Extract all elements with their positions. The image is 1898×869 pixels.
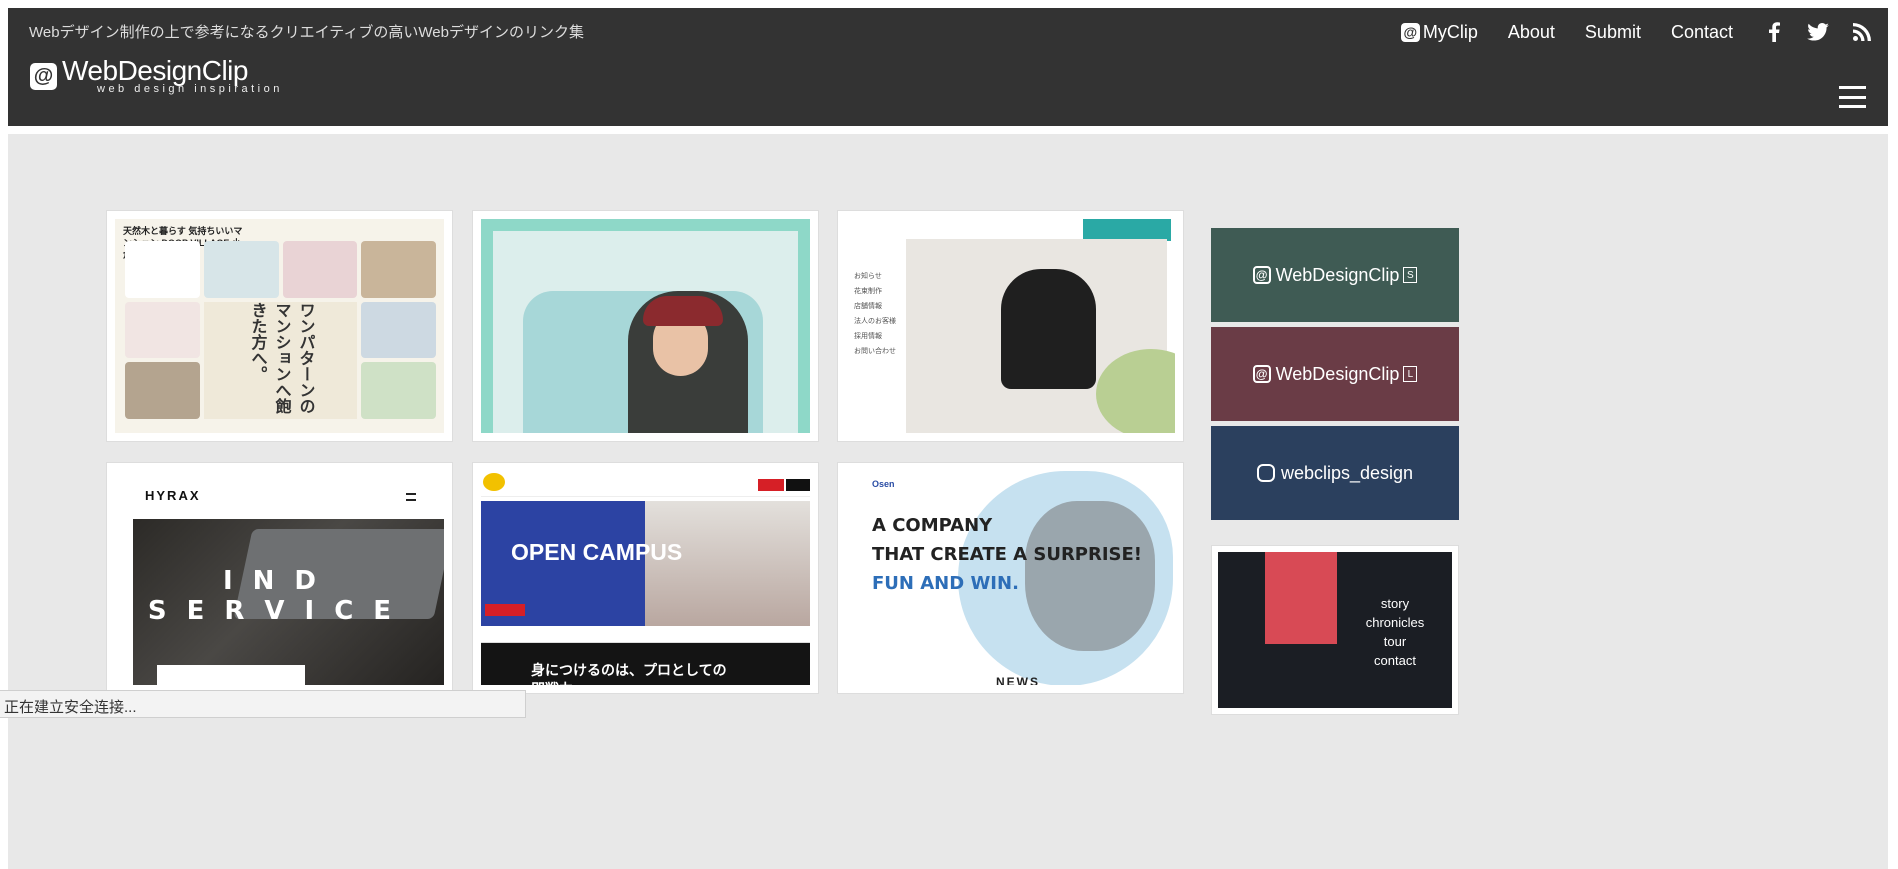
thumbnail-headline: ワンパターンのマンションへ飽きた方へ。 bbox=[203, 301, 358, 419]
nav-about[interactable]: About bbox=[1508, 22, 1555, 43]
site-card[interactable] bbox=[472, 210, 819, 442]
ad-links: story chronicles tour contact bbox=[1365, 596, 1425, 668]
top-nav: @ MyClip About Submit Contact bbox=[1400, 20, 1888, 44]
facebook-icon[interactable] bbox=[1763, 20, 1785, 44]
myclip-icon: @ bbox=[1400, 22, 1420, 42]
site-card[interactable]: お知らせ 花束制作 店舗情報 法人のお客様 採用情報 お問い合わせ bbox=[837, 210, 1184, 442]
logo-mark-icon: @ bbox=[1252, 365, 1271, 383]
logo-name: WebDesignClip bbox=[62, 55, 248, 86]
site-card[interactable]: 天然木と暮らす 気持ちいいマンション DOOP VILLAGE 小倉 ワンパター… bbox=[106, 210, 453, 442]
browser-status-bar: 正在建立安全连接... bbox=[0, 690, 526, 718]
nav-myclip-label: MyClip bbox=[1422, 21, 1478, 42]
logo-mark-icon: @ bbox=[1252, 266, 1271, 284]
site-card[interactable]: Osen A COMPANY THAT CREATE A SURPRISE! F… bbox=[837, 462, 1184, 694]
banner-webdesignclip-l[interactable]: @ WebDesignClip L bbox=[1211, 327, 1459, 421]
page: Webデザイン制作の上で参考になるクリエイティブの高いWebデザインのリンク集 … bbox=[0, 0, 1898, 869]
sidebar-ad[interactable]: story chronicles tour contact bbox=[1211, 545, 1459, 715]
thumbnail-headline: OPEN CAMPUS bbox=[511, 539, 683, 565]
twitter-icon[interactable] bbox=[1807, 20, 1829, 44]
thumbnail-news-label: NEWS bbox=[996, 675, 1040, 685]
site-tagline: Webデザイン制作の上で参考になるクリエイティブの高いWebデザインのリンク集 bbox=[29, 24, 584, 41]
hamburger-menu-icon[interactable] bbox=[1839, 86, 1866, 108]
nav-submit[interactable]: Submit bbox=[1585, 22, 1641, 43]
banner-label: WebDesignClip bbox=[1275, 264, 1400, 285]
banner-webdesignclip-s[interactable]: @ WebDesignClip S bbox=[1211, 228, 1459, 322]
banner-webclips-design[interactable]: webclips_design bbox=[1211, 426, 1459, 520]
thumbnail-menu-icon bbox=[406, 493, 416, 501]
site-thumbnail: HYRAX IND SERVICE bbox=[115, 471, 444, 685]
site-thumbnail: OPEN CAMPUS 身につけるのは、プロとしての即戦力。 bbox=[481, 471, 810, 685]
banner-label: webclips_design bbox=[1280, 462, 1414, 483]
thumbnail-subtext: 身につけるのは、プロとしての即戦力。 bbox=[531, 662, 727, 685]
banner-badge: S bbox=[1403, 267, 1418, 283]
nav-contact[interactable]: Contact bbox=[1671, 22, 1733, 43]
thumbnail-logo: Osen bbox=[872, 479, 895, 489]
banner-badge: L bbox=[1403, 366, 1418, 382]
thumbnail-headline: A COMPANY THAT CREATE A SURPRISE! FUN AN… bbox=[872, 515, 1143, 594]
site-card[interactable]: HYRAX IND SERVICE bbox=[106, 462, 453, 694]
thumbnail-headline: IND SERVICE bbox=[147, 566, 412, 626]
thumbnail-brand: HYRAX bbox=[145, 488, 201, 503]
site-thumbnail: 天然木と暮らす 気持ちいいマンション DOOP VILLAGE 小倉 ワンパター… bbox=[115, 219, 444, 433]
banner-label: WebDesignClip bbox=[1275, 363, 1400, 384]
logo-subtitle: web design inspiration bbox=[97, 83, 283, 95]
site-card[interactable]: OPEN CAMPUS 身につけるのは、プロとしての即戦力。 bbox=[472, 462, 819, 694]
rss-icon[interactable] bbox=[1851, 20, 1873, 44]
site-header: Webデザイン制作の上で参考になるクリエイティブの高いWebデザインのリンク集 … bbox=[8, 8, 1888, 126]
site-thumbnail: お知らせ 花束制作 店舗情報 法人のお客様 採用情報 お問い合わせ bbox=[846, 219, 1175, 433]
site-thumbnail bbox=[481, 219, 810, 433]
site-logo[interactable]: @ WebDesignClip web design inspiration bbox=[30, 57, 283, 95]
instagram-icon bbox=[1256, 464, 1275, 482]
nav-myclip[interactable]: @ MyClip bbox=[1400, 21, 1478, 43]
site-thumbnail: Osen A COMPANY THAT CREATE A SURPRISE! F… bbox=[846, 471, 1175, 685]
logo-mark-icon: @ bbox=[30, 62, 57, 90]
